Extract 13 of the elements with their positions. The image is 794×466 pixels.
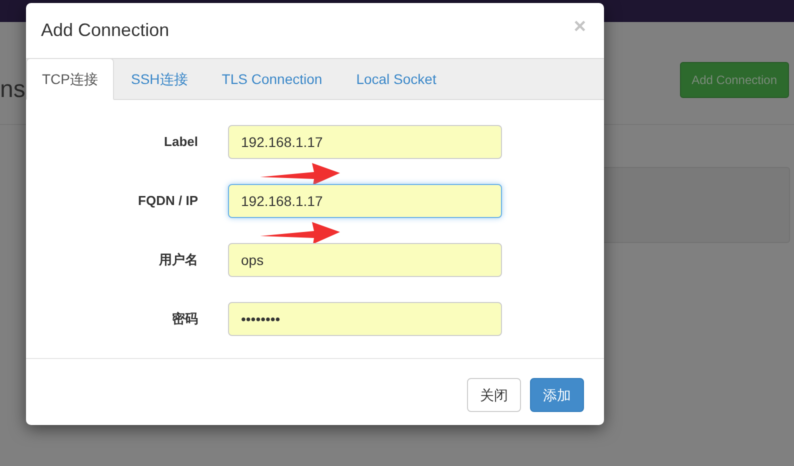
- text-field[interactable]: ••••••••: [228, 302, 502, 336]
- field-label: Label: [163, 133, 198, 152]
- field-label: FQDN / IP: [137, 192, 198, 210]
- text-field[interactable]: 192.168.1.17: [228, 184, 502, 218]
- submit-button[interactable]: 添加: [530, 378, 584, 412]
- cancel-button[interactable]: 关闭: [467, 378, 521, 412]
- text-field[interactable]: ops: [228, 243, 502, 277]
- tab[interactable]: TCP连接: [26, 58, 114, 100]
- modal-title: Add Connection: [41, 19, 170, 42]
- page-heading: ns: [0, 78, 26, 102]
- field-label: 用户名: [158, 251, 198, 270]
- text-field[interactable]: 192.168.1.17: [228, 125, 502, 159]
- field-label: 密码: [171, 310, 198, 328]
